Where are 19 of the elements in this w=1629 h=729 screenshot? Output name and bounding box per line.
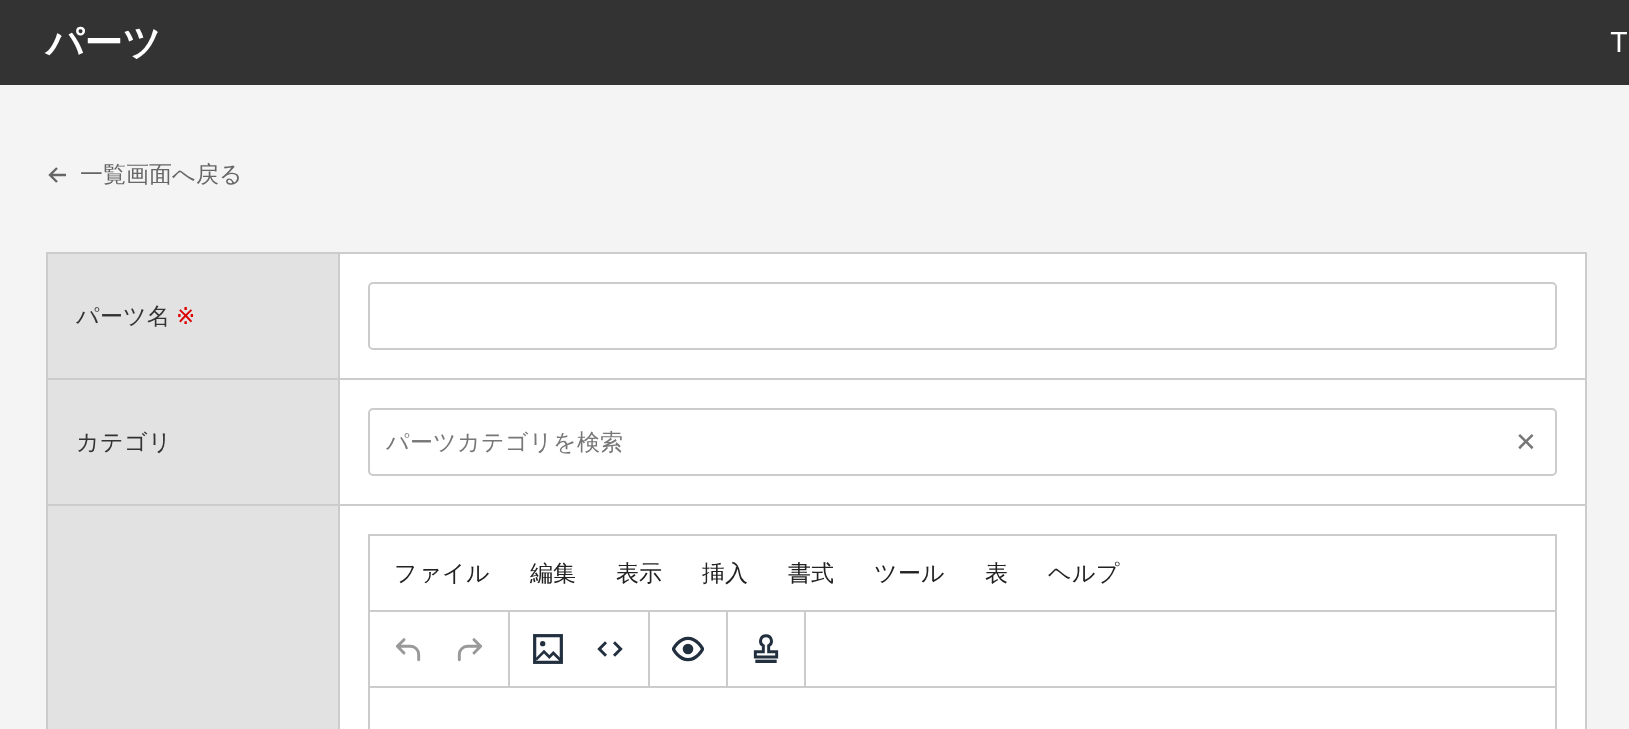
menu-item[interactable]: 挿入	[702, 557, 748, 589]
image-button[interactable]	[530, 631, 566, 667]
image-icon	[532, 633, 564, 665]
menu-item[interactable]: 書式	[788, 557, 834, 589]
menu-item[interactable]: 表示	[616, 557, 662, 589]
menu-item[interactable]: 表	[985, 557, 1008, 589]
field-label: パーツ名	[76, 302, 170, 329]
search-field[interactable]: パーツカテゴリを検索 ✕	[368, 408, 1557, 476]
page-title: パーツ	[46, 19, 162, 66]
back-link[interactable]: 一覧画面へ戻る	[46, 159, 243, 190]
text-field[interactable]	[368, 282, 1557, 350]
required-mark: ※	[176, 302, 196, 329]
header-text: T	[1611, 27, 1627, 58]
menu-item[interactable]: ヘルプ	[1048, 557, 1120, 589]
menu-item[interactable]: 編集	[530, 557, 576, 589]
menu-item[interactable]: ファイル	[394, 557, 490, 589]
field-label: カテゴリ	[76, 428, 172, 455]
menu-item[interactable]: ツール	[874, 557, 945, 589]
clear-button[interactable]: ✕	[1511, 426, 1541, 458]
